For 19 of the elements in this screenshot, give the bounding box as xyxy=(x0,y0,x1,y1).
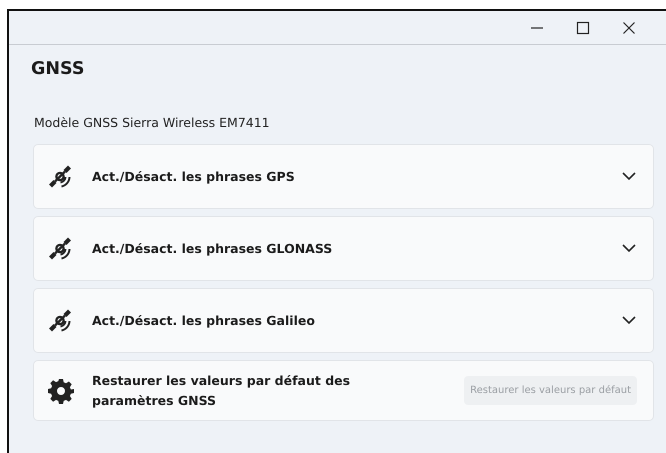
expander-label: Act./Désact. les phrases GPS xyxy=(92,169,296,184)
expander-label: Act./Désact. les phrases Galileo xyxy=(92,313,316,328)
expander-card[interactable]: Act./Désact. les phrases Galileo xyxy=(33,288,654,353)
minimize-icon xyxy=(531,26,543,28)
satellite-icon xyxy=(48,308,74,332)
setting-label: Restaurer les valeurs par défaut des paramètres GNSS xyxy=(92,372,352,410)
chevron-icon xyxy=(622,244,636,253)
model-label: Modèle GNSS Sierra Wireless EM7411 xyxy=(34,115,271,132)
chevron-icon xyxy=(622,316,636,325)
gear-icon xyxy=(48,378,74,404)
chevron-icon xyxy=(622,172,636,181)
page-title: GNSS xyxy=(31,59,86,81)
satellite-icon xyxy=(48,164,74,188)
expander-label: Act./Désact. les phrases GLONASS xyxy=(92,241,334,256)
expander-card[interactable]: Act./Désact. les phrases GLONASS xyxy=(33,216,654,281)
satellite-icon xyxy=(48,236,74,260)
expander-card[interactable]: Act./Désact. les phrases GPS xyxy=(33,144,654,209)
close-icon xyxy=(622,20,636,34)
maximize-icon xyxy=(576,20,590,34)
